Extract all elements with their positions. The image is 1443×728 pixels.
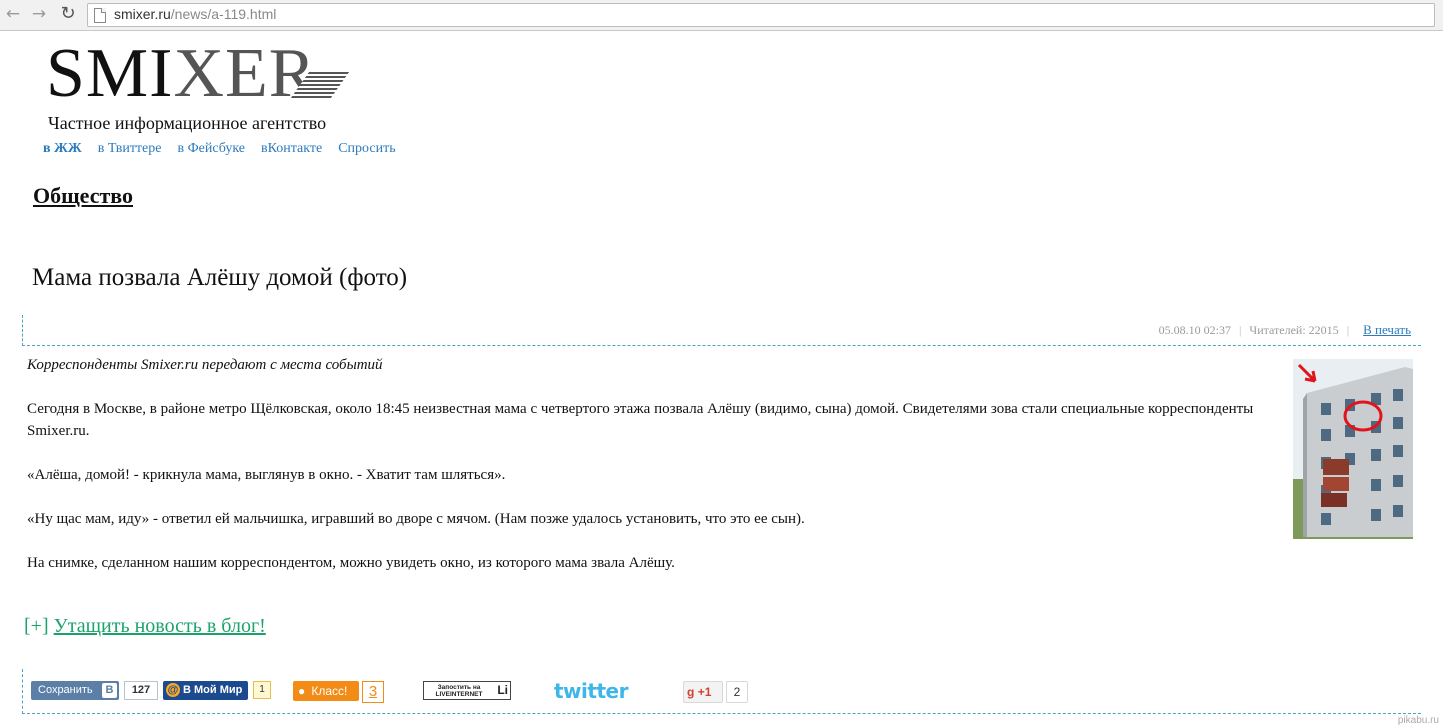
site-logo[interactable]: SMIXER bbox=[46, 34, 316, 114]
twitter-button[interactable]: twitter bbox=[554, 679, 628, 703]
article-paragraph: «Ну щас мам, иду» - ответил ей мальчишка… bbox=[27, 511, 805, 527]
odnoklassniki-icon: ● bbox=[298, 684, 306, 698]
gplus-button[interactable]: g +1 bbox=[683, 681, 723, 703]
address-bar[interactable]: smixer.ru/news/a-119.html bbox=[87, 3, 1435, 27]
article-title: Мама позвала Алёшу домой (фото) bbox=[32, 264, 408, 291]
article-paragraph: Сегодня в Москве, в районе метро Щёлковс… bbox=[27, 401, 1254, 439]
gplus-icon: g bbox=[687, 685, 695, 699]
url-text[interactable]: smixer.ru/news/a-119.html bbox=[114, 6, 276, 22]
vk-count: 127 bbox=[124, 681, 158, 700]
article-meta: 05.08.10 02:37 | Читателей: 22015 | В печать bbox=[1159, 322, 1411, 338]
back-icon[interactable]: ← bbox=[3, 4, 23, 24]
browser-toolbar: ← → ↻ smixer.ru/news/a-119.html bbox=[0, 0, 1443, 31]
moimir-label: В Мой Мир bbox=[183, 684, 243, 696]
gplus-label: +1 bbox=[697, 685, 712, 699]
vk-save-label: Сохранить bbox=[38, 684, 93, 696]
link-lj[interactable]: в ЖЖ bbox=[43, 141, 82, 156]
meta-separator: | bbox=[1239, 323, 1242, 337]
watermark: pikabu.ru bbox=[1397, 715, 1439, 726]
reload-icon[interactable]: ↻ bbox=[58, 4, 78, 24]
moimir-button[interactable]: @ В Мой Мир bbox=[163, 681, 248, 700]
blog-link[interactable]: Утащить новость в блог! bbox=[54, 615, 266, 637]
odnoklassniki-label: Класс! bbox=[311, 684, 348, 698]
article-paragraph: На снимке, сделанном нашим корреспондент… bbox=[27, 555, 675, 571]
mail-at-icon: @ bbox=[166, 683, 180, 697]
article-body: Корреспонденты Smixer.ru передают с мест… bbox=[27, 354, 1282, 596]
blog-prefix[interactable]: [+] bbox=[24, 615, 49, 637]
gplus-count: 2 bbox=[726, 681, 748, 703]
forward-icon[interactable]: → bbox=[29, 4, 49, 24]
link-vkontakte[interactable]: вКонтакте bbox=[261, 141, 322, 156]
site-tagline: Частное информационное агентство bbox=[48, 113, 327, 133]
section-title[interactable]: Общество bbox=[33, 183, 133, 209]
meta-separator: | bbox=[1346, 323, 1350, 337]
article-date: 05.08.10 02:37 bbox=[1158, 323, 1231, 337]
article-paragraph: «Алёша, домой! - крикнула мама, выглянув… bbox=[27, 467, 506, 483]
odnoklassniki-count[interactable]: 3 bbox=[362, 681, 384, 703]
print-link[interactable]: В печать bbox=[1363, 322, 1411, 337]
reader-count: Читателей: 22015 bbox=[1249, 323, 1339, 337]
link-facebook[interactable]: в Фейсбуке bbox=[177, 141, 245, 156]
liveinternet-button[interactable]: Запостить на LIVEINTERNET Li bbox=[423, 681, 511, 700]
blog-share: [+] Утащить новость в блог! bbox=[24, 615, 266, 638]
article-lead: Корреспонденты Smixer.ru передают с мест… bbox=[27, 357, 383, 373]
odnoklassniki-button[interactable]: ● Класс! bbox=[293, 681, 359, 701]
link-twitter[interactable]: в Твиттере bbox=[98, 141, 162, 156]
link-ask[interactable]: Спросить bbox=[338, 141, 395, 156]
vk-save-button[interactable]: Сохранить В bbox=[31, 681, 119, 700]
moimir-count: 1 bbox=[253, 681, 271, 699]
building-photo[interactable] bbox=[1293, 359, 1413, 539]
liveinternet-label: Запостить на LIVEINTERNET bbox=[435, 684, 483, 698]
page-icon bbox=[94, 8, 106, 23]
liveinternet-icon: Li bbox=[497, 683, 508, 697]
social-links: в ЖЖ в Твиттере в Фейсбуке вКонтакте Спросит… bbox=[43, 141, 412, 157]
vk-icon: В bbox=[102, 683, 117, 698]
